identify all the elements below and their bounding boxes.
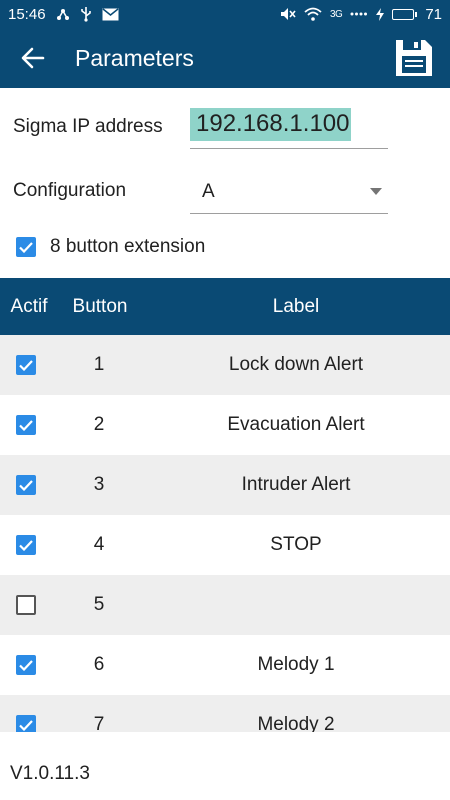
actif-checkbox[interactable]: [16, 475, 36, 495]
page-title: Parameters: [75, 44, 194, 71]
ip-address-value: 192.168.1.100: [190, 108, 352, 141]
button-label: STOP: [270, 534, 322, 555]
signal-icon: [350, 10, 368, 18]
charging-icon: [376, 7, 385, 21]
actif-checkbox[interactable]: [16, 595, 36, 615]
actif-cell[interactable]: [0, 515, 52, 575]
column-header-button: Button: [72, 295, 128, 317]
save-icon: [396, 40, 432, 76]
configuration-select[interactable]: A: [190, 170, 388, 214]
battery-percent: 71: [425, 5, 442, 23]
battery-icon: [392, 8, 418, 20]
status-time: 15:46: [8, 5, 46, 23]
button-label: Melody 2: [257, 714, 335, 732]
column-header-label: Label: [272, 295, 320, 317]
actif-cell[interactable]: [0, 335, 52, 395]
app-bar: Parameters: [0, 28, 450, 88]
ip-address-label: Sigma IP address: [13, 116, 163, 137]
extension-checkbox[interactable]: [16, 237, 36, 257]
button-number: 7: [93, 714, 105, 732]
network-type: 3G: [329, 8, 343, 20]
configuration-label: Configuration: [13, 180, 127, 201]
table-row[interactable]: 7 Melody 2: [0, 695, 450, 732]
button-label: Evacuation Alert: [227, 414, 365, 435]
button-number: 4: [93, 534, 105, 555]
arrow-back-icon: [21, 47, 45, 69]
button-label: Melody 1: [257, 654, 335, 675]
configuration-value: A: [202, 180, 215, 202]
actif-cell[interactable]: [0, 695, 52, 732]
table-row[interactable]: 2 Evacuation Alert: [0, 395, 450, 455]
mute-icon: [280, 7, 296, 21]
button-number: 5: [93, 594, 105, 615]
button-label: [142, 575, 450, 635]
status-bar: 15:46 3G 71: [0, 0, 450, 28]
button-number: 2: [93, 414, 105, 435]
extension-toggle[interactable]: 8 button extension: [16, 236, 205, 258]
column-header-actif: Actif: [10, 295, 48, 317]
save-button[interactable]: [384, 28, 444, 88]
back-button[interactable]: [0, 28, 66, 88]
table-header: Actif Button Label: [0, 278, 450, 335]
actif-checkbox[interactable]: [16, 655, 36, 675]
version-text: V1.0.11.3: [10, 763, 90, 784]
actif-cell[interactable]: [0, 455, 52, 515]
actif-cell[interactable]: [0, 635, 52, 695]
actif-cell[interactable]: [0, 575, 52, 635]
button-number: 1: [93, 354, 105, 375]
actif-checkbox[interactable]: [16, 355, 36, 375]
dropdown-arrow-icon: [370, 188, 382, 195]
table-row[interactable]: 6 Melody 1: [0, 635, 450, 695]
actif-checkbox[interactable]: [16, 415, 36, 435]
button-number: 3: [93, 474, 105, 495]
button-number: 6: [93, 654, 105, 675]
actif-cell[interactable]: [0, 395, 52, 455]
extension-label: 8 button extension: [50, 236, 206, 257]
mail-icon: [102, 7, 119, 21]
ip-address-input[interactable]: 192.168.1.100: [190, 107, 388, 149]
actif-checkbox[interactable]: [16, 535, 36, 555]
table-row[interactable]: 1 Lock down Alert: [0, 335, 450, 395]
share-icon: [56, 7, 70, 21]
wifi-icon: [304, 7, 322, 21]
actif-checkbox[interactable]: [16, 715, 36, 732]
button-table: 1 Lock down Alert 2 Evacuation Alert 3 Intrud…: [0, 335, 450, 732]
button-label: Intruder Alert: [241, 474, 351, 495]
button-label: Lock down Alert: [228, 354, 364, 375]
parameters-form: Sigma IP address 192.168.1.100 Configura…: [0, 88, 450, 278]
usb-icon: [80, 6, 92, 22]
table-row[interactable]: 5: [0, 575, 450, 635]
table-row[interactable]: 3 Intruder Alert: [0, 455, 450, 515]
table-row[interactable]: 4 STOP: [0, 515, 450, 575]
